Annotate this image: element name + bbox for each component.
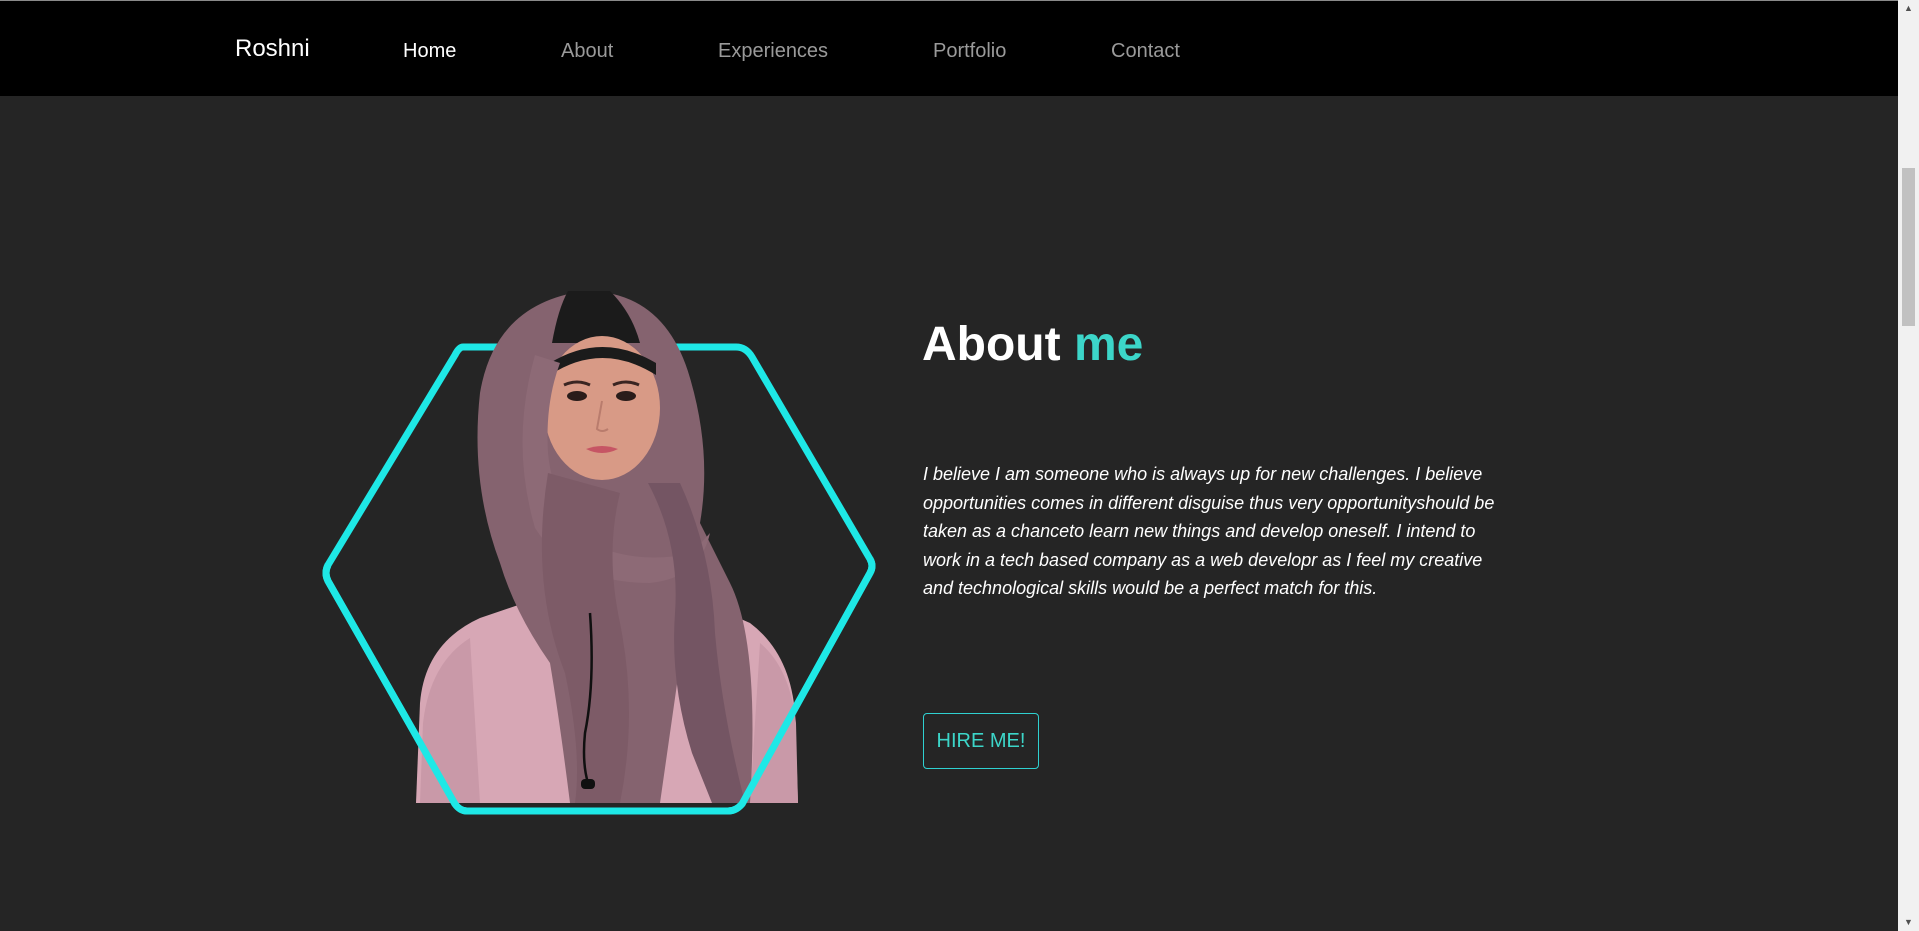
about-heading-main: About: [922, 318, 1061, 371]
scrollbar-thumb[interactable]: [1902, 168, 1915, 326]
nav-experiences[interactable]: Experiences: [718, 39, 828, 63]
nav-contact[interactable]: Contact: [1111, 39, 1180, 63]
nav-home[interactable]: Home: [403, 39, 456, 63]
hire-me-button[interactable]: HIRE ME!: [923, 713, 1039, 769]
profile-portrait: [320, 283, 880, 823]
about-heading: About me: [922, 316, 1143, 374]
vertical-scrollbar[interactable]: ▲ ▼: [1898, 0, 1919, 931]
about-heading-accent: me: [1073, 318, 1144, 371]
scroll-down-arrow-icon[interactable]: ▼: [1898, 914, 1919, 931]
hexagon-portrait-graphic: [322, 291, 876, 815]
navbar: Roshni Home About Experiences Portfolio …: [0, 1, 1898, 96]
page: Roshni Home About Experiences Portfolio …: [0, 0, 1919, 931]
nav-about[interactable]: About: [561, 39, 613, 63]
person-illustration: [416, 291, 798, 803]
scroll-up-arrow-icon[interactable]: ▲: [1898, 0, 1919, 17]
nav-portfolio[interactable]: Portfolio: [933, 39, 1006, 63]
about-paragraph: I believe I am someone who is always up …: [923, 464, 1495, 598]
brand-logo[interactable]: Roshni: [235, 35, 310, 63]
